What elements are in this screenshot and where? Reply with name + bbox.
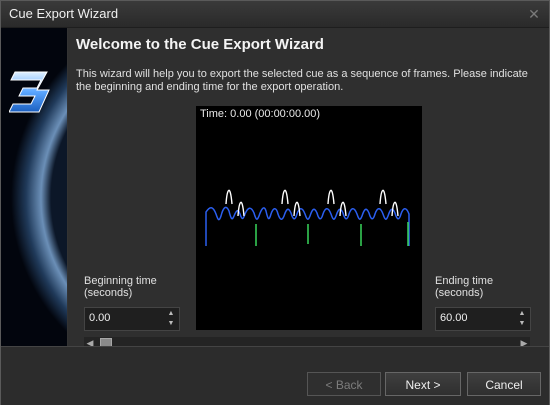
- stepper-up-icon[interactable]: ▲: [165, 309, 177, 318]
- title-bar: Cue Export Wizard ✕: [1, 1, 549, 28]
- beginning-label-line2: (seconds): [84, 287, 133, 299]
- waveform-graph: [205, 189, 410, 246]
- page-title: Welcome to the Cue Export Wizard: [76, 36, 324, 53]
- beginning-time-value[interactable]: 0.00: [89, 312, 110, 324]
- close-icon[interactable]: ✕: [527, 7, 541, 21]
- beginning-time-label: Beginning time (seconds): [84, 275, 157, 299]
- next-button[interactable]: Next >: [385, 372, 461, 396]
- beginning-label-line1: Beginning time: [84, 275, 157, 287]
- stepper-down-icon[interactable]: ▼: [516, 319, 528, 328]
- time-readout: Time: 0.00 (00:00:00.00): [200, 108, 321, 120]
- window-title: Cue Export Wizard: [9, 6, 119, 21]
- ending-label-line2: (seconds): [435, 287, 484, 299]
- ending-label-line1: Ending time: [435, 275, 494, 287]
- cancel-button[interactable]: Cancel: [467, 372, 541, 396]
- ending-time-value[interactable]: 60.00: [440, 312, 468, 324]
- wizard-description: This wizard will help you to export the …: [76, 68, 528, 93]
- wizard-window: Cue Export Wizard ✕ Welcome to the Cue E…: [0, 0, 550, 405]
- stepper-down-icon[interactable]: ▼: [165, 319, 177, 328]
- side-banner: [1, 28, 67, 346]
- cue-preview: Time: 0.00 (00:00:00.00): [196, 106, 422, 330]
- ending-time-stepper[interactable]: 60.00 ▲ ▼: [435, 307, 531, 331]
- wizard-content: Welcome to the Cue Export Wizard This wi…: [68, 28, 549, 349]
- logo-3-icon: [9, 71, 50, 113]
- stepper-up-icon[interactable]: ▲: [516, 309, 528, 318]
- back-button[interactable]: < Back: [307, 372, 381, 396]
- beginning-time-stepper[interactable]: 0.00 ▲ ▼: [84, 307, 180, 331]
- button-bar: < Back Next > Cancel: [1, 346, 549, 405]
- ending-time-label: Ending time (seconds): [435, 275, 493, 299]
